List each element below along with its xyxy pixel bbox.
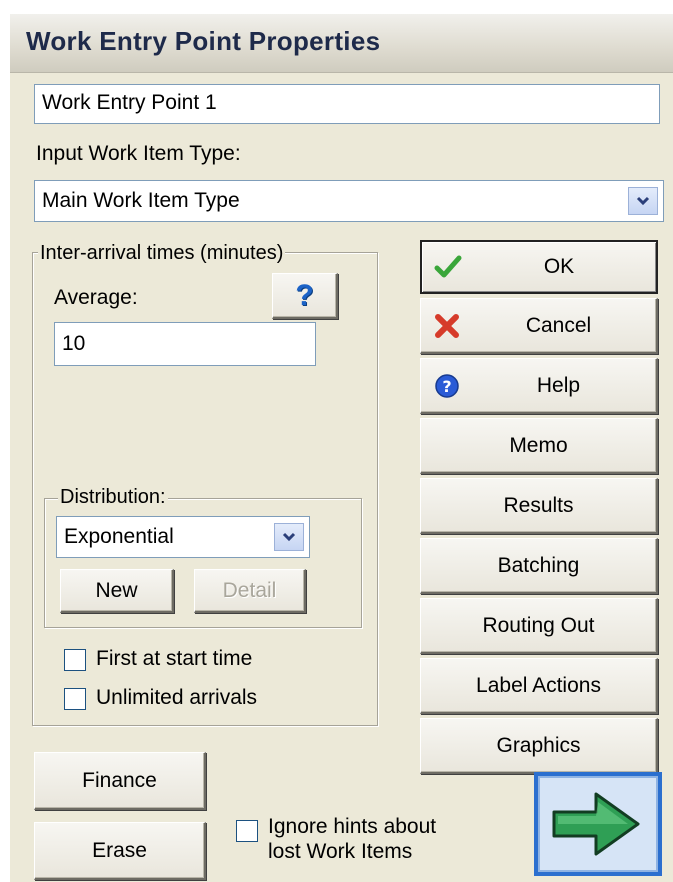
ignore-hints-line-2: lost Work Items xyxy=(268,840,413,863)
batching-button[interactable]: Batching xyxy=(420,538,658,594)
work-item-type-select[interactable]: Main Work Item Type xyxy=(34,180,664,222)
question-mark-icon: ? xyxy=(295,278,314,312)
cancel-button[interactable]: Cancel xyxy=(420,298,658,354)
new-distribution-button[interactable]: New xyxy=(60,569,174,613)
unlimited-arrivals-checkbox[interactable] xyxy=(64,688,86,710)
ignore-hints-line-1: Ignore hints about xyxy=(268,815,437,838)
red-x-icon xyxy=(435,313,459,338)
erase-button[interactable]: Erase xyxy=(34,822,206,880)
average-input[interactable]: 10 xyxy=(54,322,316,366)
svg-text:?: ? xyxy=(442,377,451,396)
distribution-dropdown-button[interactable] xyxy=(274,523,304,551)
distribution-group-label: Distribution: xyxy=(58,486,168,509)
detail-button[interactable]: Detail xyxy=(194,569,306,613)
work-item-type-dropdown-button[interactable] xyxy=(628,187,658,215)
help-label: Help xyxy=(536,373,581,397)
green-right-arrow-icon xyxy=(552,792,640,856)
ok-button[interactable]: OK xyxy=(420,240,658,294)
memo-button[interactable]: Memo xyxy=(420,418,658,474)
average-label: Average: xyxy=(54,286,138,309)
help-button[interactable]: ? Help xyxy=(420,358,658,414)
distribution-select[interactable]: Exponential xyxy=(56,516,310,558)
finance-button[interactable]: Finance xyxy=(34,752,206,810)
ignore-hints-checkbox[interactable] xyxy=(236,820,258,842)
blue-question-circle-icon: ? xyxy=(435,373,459,398)
first-at-start-time-checkbox[interactable] xyxy=(64,649,86,671)
distribution-value: Exponential xyxy=(64,525,174,548)
results-button[interactable]: Results xyxy=(420,478,658,534)
green-check-icon xyxy=(434,255,462,278)
properties-dialog: Work Entry Point Properties Work Entry P… xyxy=(10,14,673,882)
ignore-hints-label: Ignore hints about lost Work Items xyxy=(268,814,436,864)
cancel-label: Cancel xyxy=(525,313,592,337)
graphics-button[interactable]: Graphics xyxy=(420,718,658,774)
dialog-title: Work Entry Point Properties xyxy=(26,26,381,56)
chevron-down-icon xyxy=(282,532,296,542)
title-bar[interactable]: Work Entry Point Properties xyxy=(10,14,673,73)
next-arrow-button[interactable] xyxy=(534,772,662,876)
chevron-down-icon xyxy=(636,196,650,206)
entry-point-name-input[interactable]: Work Entry Point 1 xyxy=(34,84,660,124)
label-actions-button[interactable]: Label Actions xyxy=(420,658,658,714)
average-help-button[interactable]: ? xyxy=(272,273,338,319)
unlimited-arrivals-label: Unlimited arrivals xyxy=(96,686,258,709)
inter-arrival-group-label: Inter-arrival times (minutes) xyxy=(38,242,286,265)
ok-label: OK xyxy=(543,255,575,278)
input-work-item-type-label: Input Work Item Type: xyxy=(36,142,241,165)
first-at-start-time-label: First at start time xyxy=(96,647,253,670)
work-item-type-value: Main Work Item Type xyxy=(42,189,240,212)
routing-out-button[interactable]: Routing Out xyxy=(420,598,658,654)
